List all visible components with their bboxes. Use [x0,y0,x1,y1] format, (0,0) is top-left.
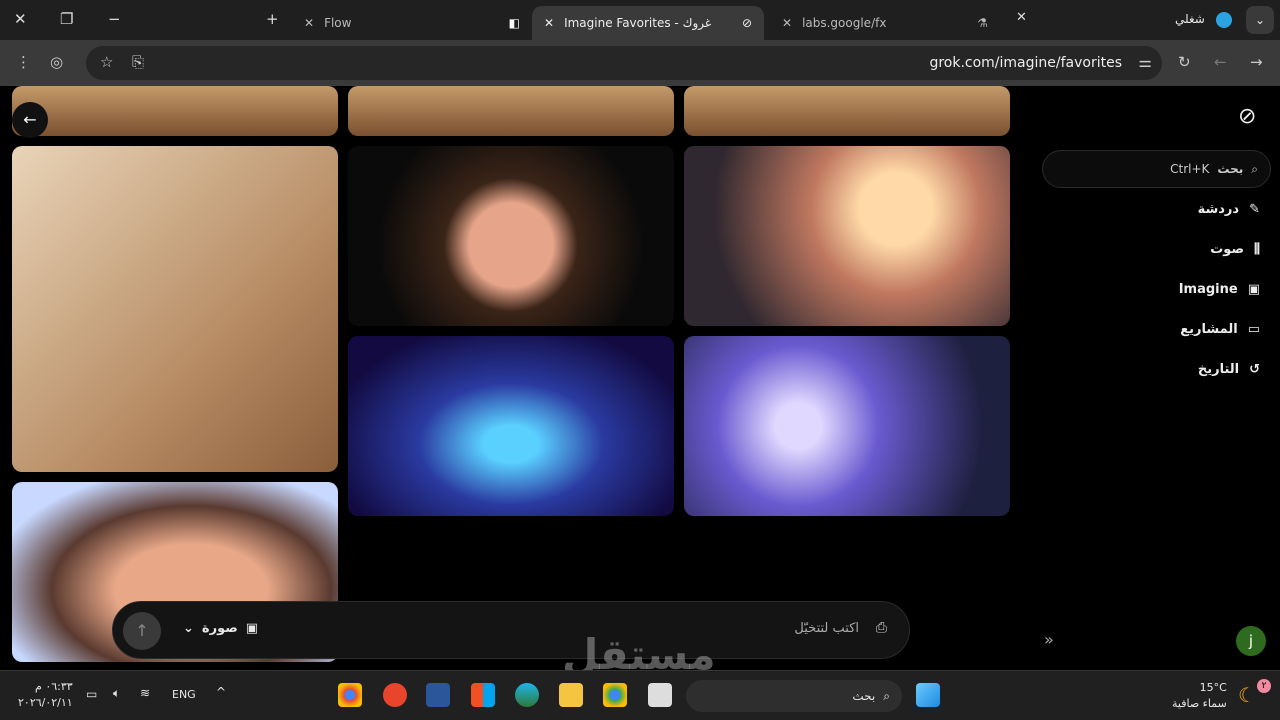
history-icon: ↺ [1249,362,1260,377]
chevron-down-icon: ⌄ [183,621,194,636]
minimize-window-icon[interactable]: − [108,10,121,28]
nav-projects[interactable]: المشاريع ▭ [1180,322,1260,337]
close-window-icon[interactable]: ✕ [14,10,27,28]
tray-chevron-icon[interactable]: ^ [216,685,226,699]
image-card[interactable] [12,146,338,472]
image-icon: ▣ [245,621,259,636]
reload-icon[interactable]: ↻ [1178,53,1191,71]
wps-icon[interactable] [383,683,407,707]
search-icon: ⌕ [883,688,890,703]
folder-icon: ▭ [1247,322,1260,337]
prompt-input[interactable]: اكتب لتتخيّل [794,621,859,636]
site-settings-icon[interactable]: ⚌ [1139,53,1152,71]
battery-icon[interactable]: ▭ [86,687,97,701]
image-card[interactable] [348,336,674,516]
install-icon[interactable]: ⎘ [132,53,144,71]
close-tab-icon[interactable]: ✕ [544,16,554,30]
flow-favicon-icon: ◧ [508,16,520,30]
profile-icon[interactable]: ◎ [50,53,63,71]
tab-imagine-favorites[interactable]: ✕ Imagine Favorites - غروك ⊘ [532,6,764,40]
image-card[interactable] [684,86,1010,136]
file-explorer-icon[interactable] [559,683,583,707]
nav-chat[interactable]: دردشة ✎ [1198,202,1260,217]
image-card[interactable] [348,146,674,326]
tab-bar: ✕ ❐ − + ✕ Flow ◧ ✕ Imagine Favorites - غروك… [0,0,1280,40]
store-icon[interactable] [471,683,495,707]
nav-voice[interactable]: صوت ⫼ [1210,242,1260,257]
image-card[interactable] [684,146,1010,326]
telegram-icon [1216,12,1232,28]
edit-icon: ✎ [1249,202,1260,217]
menu-icon[interactable]: ⋮ [16,53,31,71]
clock[interactable]: ٠٦:٣٣ م ٢٠٢٦/٠٢/١١ [18,679,73,711]
back-icon[interactable]: ← [1214,53,1227,71]
submit-button[interactable]: ↑ [123,612,161,650]
collapse-sidebar-button[interactable]: » [1044,630,1054,649]
wifi-icon[interactable]: ≋ [140,686,150,700]
restore-window-icon[interactable]: ❐ [60,10,73,28]
close-tab-icon[interactable]: ✕ [1016,10,1027,25]
user-avatar[interactable]: j [1236,626,1266,656]
image-card[interactable] [348,86,674,136]
close-tab-icon[interactable]: ✕ [782,16,792,30]
grok-favicon-icon: ⊘ [741,16,752,30]
close-tab-icon[interactable]: ✕ [304,16,314,30]
volume-icon[interactable]: 🔈︎ [113,686,120,701]
star-icon[interactable]: ☆ [100,53,113,71]
forward-icon[interactable]: → [1250,53,1263,71]
new-tab-icon[interactable]: + [266,10,279,28]
address-bar: ⋮ ◎ ☆ ⎘ grok.com/imagine/favorites ⚌ ↻ ←… [0,40,1280,86]
url-field[interactable]: ☆ ⎘ grok.com/imagine/favorites ⚌ [86,46,1162,80]
sidebar: ⊘ Ctrl+K بحث ⌕ دردشة ✎ صوت ⫼ Imagine ▣ المش… [1030,86,1280,670]
taskbar: ٠٦:٣٣ م ٢٠٢٦/٠٢/١١ ▭ 🔈︎ ≋ ENG ^ بحث ⌕ 15°C… [0,670,1280,720]
nav-imagine[interactable]: Imagine ▣ [1179,282,1260,297]
image-card[interactable] [684,336,1010,516]
attach-icon[interactable]: ⎙ [876,620,887,636]
notification-badge: ٢ [1257,679,1271,693]
word-icon[interactable] [426,683,450,707]
prompt-composer: ↑ ⌄ صورة ▣ اكتب لتتخيّل ⎙ [112,601,910,659]
back-button[interactable]: ← [12,102,48,138]
image-icon: ▣ [1247,282,1260,297]
language-indicator[interactable]: ENG [172,688,196,701]
tab-search-icon[interactable]: ⌄ [1246,6,1274,34]
moon-icon: ☾ [1238,683,1256,707]
taskbar-search[interactable]: بحث ⌕ [686,680,902,712]
mode-select[interactable]: ⌄ صورة ▣ [183,621,258,636]
image-card[interactable] [12,86,338,136]
waveform-icon: ⫼ [1254,242,1260,257]
chrome-icon[interactable] [338,683,362,707]
app-icon[interactable] [648,683,672,707]
tab-labs-google[interactable]: ✕ labs.google/fx ⚗ [770,6,1000,40]
search-icon: ⌕ [1251,161,1258,176]
flask-favicon-icon: ⚗ [977,16,988,30]
profile-label[interactable]: شغلي [1175,12,1205,26]
search-button[interactable]: Ctrl+K بحث ⌕ [1042,150,1271,188]
tab-flow[interactable]: ✕ Flow ◧ [292,6,532,40]
chrome-icon[interactable] [603,683,627,707]
windows-start-icon[interactable] [916,683,940,707]
weather-widget[interactable]: 15°C سماء صافية [1172,680,1227,712]
edge-icon[interactable] [515,683,539,707]
grok-logo-icon[interactable]: ⊘ [1238,104,1256,129]
nav-history[interactable]: التاريخ ↺ [1198,362,1260,377]
